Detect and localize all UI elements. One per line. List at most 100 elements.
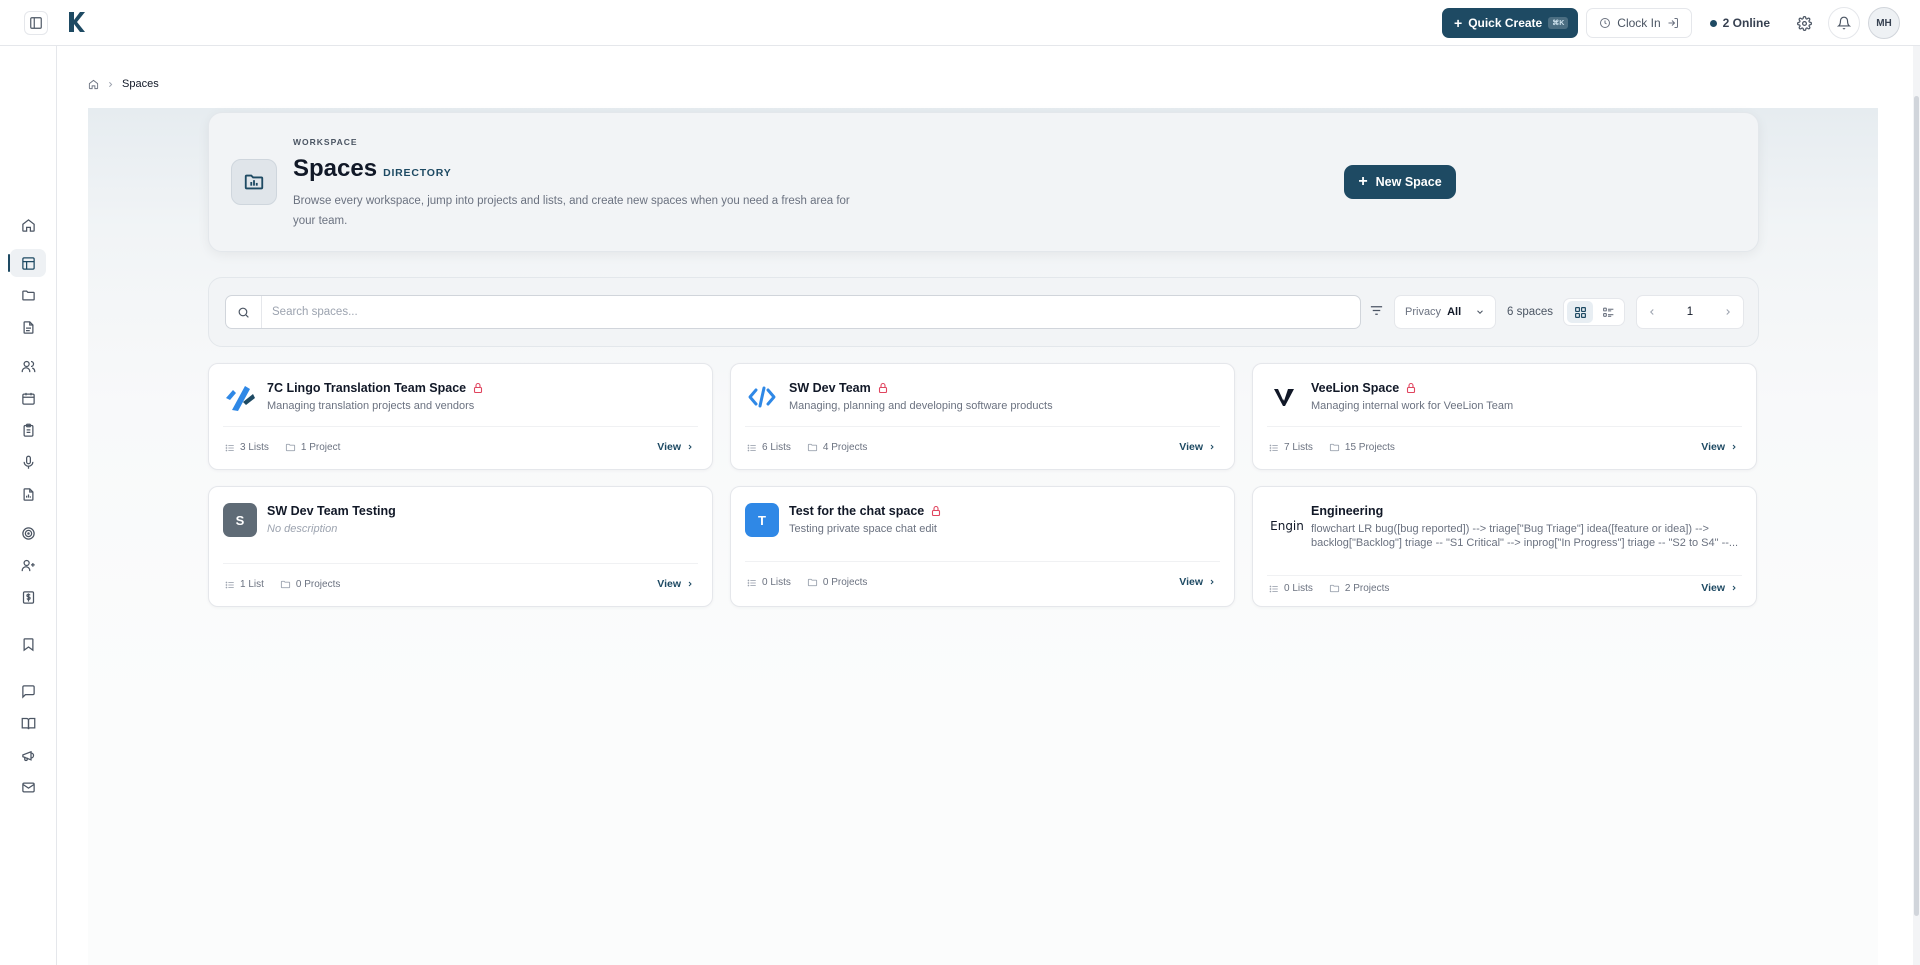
sidebar-toggle-button[interactable] [24, 11, 48, 35]
sidebar-item-chat[interactable] [10, 677, 46, 705]
scrollbar-thumb[interactable] [1914, 96, 1919, 916]
sidebar-item-team[interactable] [10, 352, 46, 380]
view-space-link[interactable]: View [1701, 441, 1738, 453]
page-title-suffix: DIRECTORY [383, 167, 452, 179]
online-count: 2 Online [1722, 16, 1770, 30]
app-logo[interactable] [66, 10, 86, 34]
notifications-button[interactable] [1828, 7, 1860, 39]
projects-count: 0 Projects [280, 579, 340, 590]
space-card[interactable]: SW Dev Team Managing, planning and devel… [730, 363, 1235, 470]
sidebar-item-spaces[interactable] [8, 249, 46, 277]
calendar-icon [21, 392, 35, 405]
pagination: 1 [1636, 295, 1744, 329]
clipboard-icon [23, 423, 33, 437]
view-space-link[interactable]: View [657, 441, 694, 453]
quick-create-button[interactable]: + Quick Create ⌘K [1442, 8, 1579, 38]
card-divider [745, 426, 1220, 427]
privacy-select[interactable]: Privacy All [1394, 295, 1496, 329]
sidebar-item-reports[interactable] [10, 480, 46, 508]
page-scrollbar[interactable] [1913, 46, 1920, 965]
space-title-text: Engineering [1311, 504, 1384, 518]
lists-count-text: 6 Lists [762, 442, 791, 453]
home-icon[interactable] [88, 79, 99, 90]
new-space-button[interactable]: + New Space [1344, 165, 1456, 199]
list-lines-icon [747, 579, 756, 586]
space-logo [223, 380, 257, 414]
search-input[interactable] [262, 297, 1342, 327]
chevron-right-icon[interactable] [1723, 307, 1733, 317]
sidebar-item-folders[interactable] [10, 281, 46, 309]
sidebar-item-wiki[interactable] [10, 709, 46, 737]
view-space-link[interactable]: View [1701, 582, 1738, 594]
list-lines-icon [1269, 585, 1278, 592]
file-text-icon [23, 320, 33, 334]
list-lines-icon [1269, 444, 1278, 451]
projects-count: 1 Project [285, 442, 340, 453]
description-line-1: flowchart LR bug([bug reported]) --> tri… [1311, 523, 1709, 535]
sidebar-item-invite[interactable] [10, 551, 46, 579]
space-title: SW Dev Team [789, 381, 889, 395]
lists-count: 0 Lists [1269, 583, 1313, 594]
card-divider [223, 426, 698, 427]
view-space-link[interactable]: View [657, 578, 694, 590]
space-card[interactable]: Engin Engineering flowchart LR bug([bug … [1252, 486, 1757, 607]
grid-icon [1574, 306, 1586, 318]
view-label: View [657, 578, 681, 590]
user-avatar[interactable]: MH [1868, 7, 1900, 39]
online-status[interactable]: 2 Online [1700, 16, 1780, 30]
lists-count: 3 Lists [225, 442, 269, 453]
projects-count: 4 Projects [807, 442, 867, 453]
sidebar-item-goals[interactable] [10, 519, 46, 547]
chevron-right-icon [109, 81, 113, 87]
spaces-header-icon [231, 159, 277, 205]
lists-count: 1 List [225, 579, 264, 590]
space-card[interactable]: T Test for the chat space Testing privat… [730, 486, 1235, 607]
megaphone-icon [21, 750, 34, 761]
sidebar-item-calendar[interactable] [10, 384, 46, 412]
bell-icon [1837, 16, 1851, 30]
spaces-count: 6 spaces [1507, 306, 1554, 318]
space-meta: 1 List 0 Projects [225, 579, 340, 590]
sidebar-item-home[interactable] [10, 211, 46, 239]
users-icon [21, 360, 35, 372]
settings-button[interactable] [1788, 7, 1820, 39]
view-space-link[interactable]: View [1179, 576, 1216, 588]
sidebar-item-tasks[interactable] [10, 416, 46, 444]
message-square-icon [21, 684, 35, 699]
sidebar-item-recordings[interactable] [10, 448, 46, 476]
sidebar-item-documents[interactable] [10, 313, 46, 341]
space-title: SW Dev Team Testing [267, 504, 396, 518]
top-bar-actions: + Quick Create ⌘K Clock In 2 Online MH [1442, 6, 1900, 40]
lock-icon [878, 382, 887, 394]
sidebar-item-billing[interactable] [10, 583, 46, 611]
space-description: Managing translation projects and vendor… [267, 400, 475, 412]
space-card[interactable]: S SW Dev Team Testing No description 1 L… [208, 486, 713, 607]
home-icon [21, 218, 35, 232]
list-view-button[interactable] [1595, 301, 1621, 323]
projects-count-text: 4 Projects [822, 442, 868, 453]
chevron-right-icon [1732, 585, 1736, 591]
veelion-logo-icon [1274, 389, 1294, 406]
grid-view-button[interactable] [1567, 301, 1593, 323]
clock-in-button[interactable]: Clock In [1586, 8, 1692, 38]
chevron-left-icon[interactable] [1647, 307, 1657, 317]
sidebar-item-announcements[interactable] [10, 741, 46, 769]
plus-icon: + [1454, 15, 1463, 31]
folder-icon [1329, 443, 1339, 452]
space-description: Managing, planning and developing softwa… [789, 400, 1053, 412]
space-card[interactable]: 7C Lingo Translation Team Space Managing… [208, 363, 713, 470]
lock-icon [932, 505, 941, 517]
sidebar-item-bookmarks[interactable] [10, 630, 46, 658]
page-number: 1 [1686, 306, 1694, 318]
space-title-text: Test for the chat space [789, 504, 925, 518]
filter-button[interactable] [1369, 303, 1384, 323]
privacy-label: Privacy [1405, 306, 1442, 318]
description-line-2: backlog["Backlog"] triage -- "S1 Critica… [1311, 537, 1739, 549]
space-card[interactable]: VeeLion Space Managing internal work for… [1252, 363, 1757, 470]
filter-lines-icon [1370, 306, 1383, 315]
space-title: Test for the chat space [789, 504, 942, 518]
lock-icon [1407, 382, 1416, 394]
privacy-value: All [1447, 306, 1462, 318]
view-space-link[interactable]: View [1179, 441, 1216, 453]
sidebar-item-mail[interactable] [10, 773, 46, 801]
